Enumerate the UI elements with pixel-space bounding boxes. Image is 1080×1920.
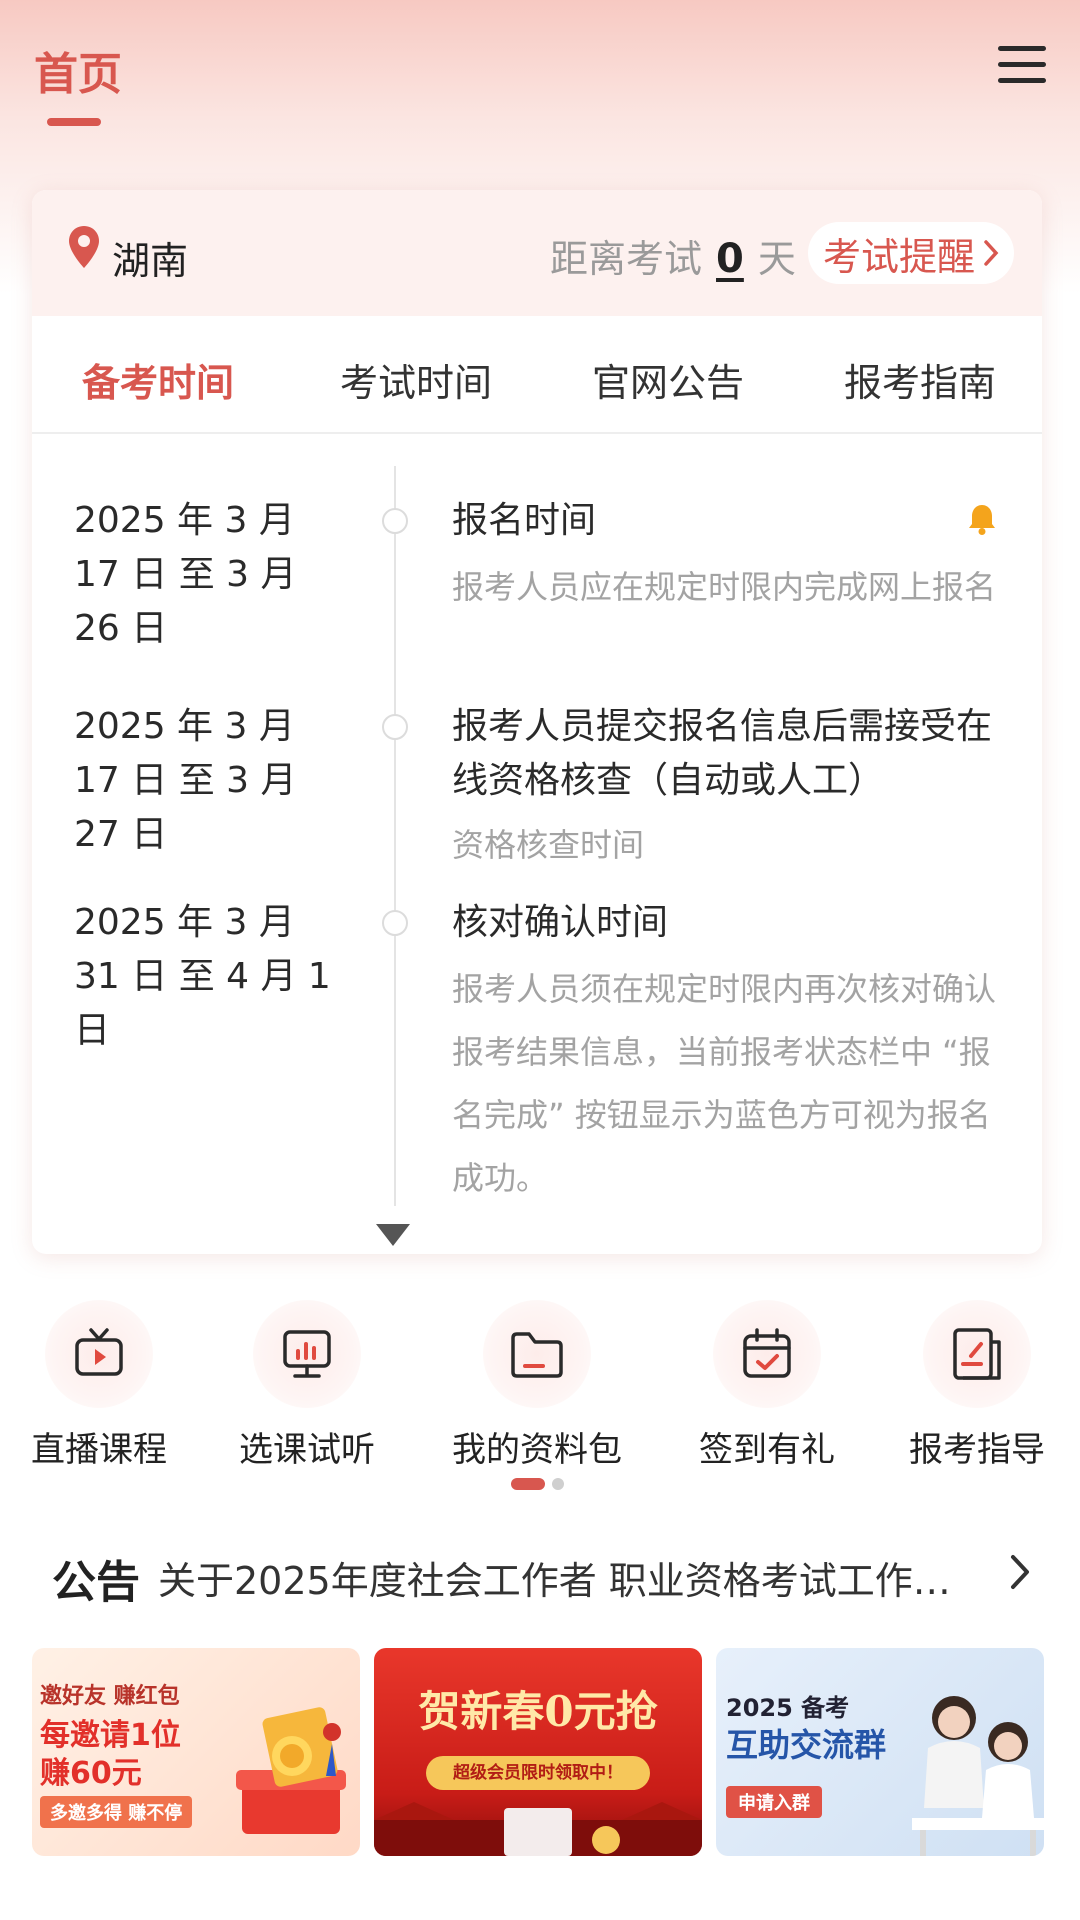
menu-icon-bar <box>998 62 1046 67</box>
announcement-label: 公告 <box>52 1557 140 1608</box>
chevron-right-icon <box>984 240 999 266</box>
festival-decoration <box>374 1802 702 1856</box>
banner-pill: 申请入群 <box>726 1786 822 1818</box>
exam-reminder-button[interactable]: 考试提醒 <box>808 222 1014 284</box>
timeline-title: 报名时间 <box>452 500 597 541</box>
timeline-title: 核对确认时间 <box>452 902 669 943</box>
quick-action-exam-guidance[interactable]: 报考指导 <box>882 1300 1072 1470</box>
quick-action-materials[interactable]: 我的资料包 <box>442 1300 632 1470</box>
banner-line: 2025 备考 <box>726 1694 850 1722</box>
timeline-title: 报考人员提交报名信息后需接受在线资格核查（自动或人工） <box>452 706 993 801</box>
quick-action-icon-bg <box>713 1300 821 1408</box>
banner-study-group[interactable]: 2025 备考 互助交流群 申请入群 <box>716 1648 1044 1856</box>
header: 首页 <box>0 0 1080 140</box>
quick-action-icon-bg <box>253 1300 361 1408</box>
exam-reminder-label: 考试提醒 <box>822 234 975 279</box>
tab-official-notice[interactable]: 官网公告 <box>592 352 744 407</box>
countdown-prefix: 距离考试 <box>550 237 703 281</box>
timeline-date: 2025 年 3 月 17 日 至 3 月 26 日 <box>74 500 297 649</box>
folder-icon <box>511 1332 563 1378</box>
banner-pill: 多邀多得 赚不停 <box>40 1796 193 1828</box>
banner-line: 贺新春0元抢 <box>418 1687 658 1736</box>
timeline-description: 报考人员应在规定时限内完成网上报名 <box>452 568 997 606</box>
document-pen-icon <box>953 1328 1001 1380</box>
timeline-dot <box>382 714 408 740</box>
carousel-pager <box>0 1478 1080 1492</box>
banner-line: 邀好友 赚红包 <box>40 1684 180 1709</box>
timeline-line <box>394 466 396 1206</box>
banner-line: 互助交流群 <box>726 1726 887 1764</box>
expand-down-icon[interactable] <box>374 1222 412 1248</box>
quick-action-label: 我的资料包 <box>452 1430 622 1470</box>
chevron-right-icon[interactable] <box>1008 1552 1032 1592</box>
quick-action-icon-bg <box>45 1300 153 1408</box>
timeline-dot <box>382 910 408 936</box>
menu-icon-bar <box>998 78 1046 83</box>
banner-line: 赚60元 <box>40 1756 142 1791</box>
tv-play-icon <box>75 1328 123 1376</box>
calendar-check-icon <box>743 1328 791 1378</box>
quick-action-trial-class[interactable]: 选课试听 <box>212 1300 402 1470</box>
menu-icon-bar <box>998 46 1046 51</box>
timeline-date: 2025 年 3 月 31 日 至 4 月 1 日 <box>74 902 331 1051</box>
announcement-bar[interactable]: 公告 关于2025年度社会工作者 职业资格考试工作… <box>52 1540 1032 1608</box>
timeline-dot <box>382 508 408 534</box>
banner-spring-festival[interactable]: 贺新春0元抢 超级会员限时领取中！ <box>374 1648 702 1856</box>
location-pin-icon <box>69 226 99 268</box>
tab-exam-guide[interactable]: 报考指南 <box>844 352 996 407</box>
countdown-days: 0 <box>716 236 744 282</box>
active-tab-underline <box>47 118 101 126</box>
bell-icon[interactable] <box>966 502 998 536</box>
quick-action-icon-bg <box>483 1300 591 1408</box>
exam-countdown: 距离考试 0 天 <box>550 228 796 283</box>
banner-invite-friends[interactable]: 邀好友 赚红包 每邀请1位 赚60元 多邀多得 赚不停 <box>32 1648 360 1856</box>
quick-action-label: 报考指导 <box>909 1430 1045 1470</box>
quick-action-label: 直播课程 <box>31 1430 167 1470</box>
quick-action-live-course[interactable]: 直播课程 <box>4 1300 194 1470</box>
quick-action-checkin[interactable]: 签到有礼 <box>672 1300 862 1470</box>
gift-coins-illustration <box>236 1707 346 1834</box>
students-illustration <box>912 1696 1044 1856</box>
page-title[interactable]: 首页 <box>34 38 122 102</box>
timeline-description: 报考人员须在规定时限内再次核对确认报考结果信息，当前报考状态栏中 “报名完成” … <box>452 970 997 1197</box>
card-header: 湖南 距离考试 0 天 考试提醒 <box>32 190 1042 316</box>
schedule-tabs: 备考时间 考试时间 官网公告 报考指南 <box>32 316 1042 434</box>
pager-dot-active[interactable] <box>511 1478 545 1490</box>
tab-exam-time[interactable]: 考试时间 <box>340 352 492 407</box>
tab-prep-time[interactable]: 备考时间 <box>82 352 234 407</box>
pager-dot[interactable] <box>552 1478 564 1490</box>
menu-button[interactable] <box>998 46 1048 86</box>
banner-ribbon: 超级会员限时领取中！ <box>426 1756 650 1790</box>
presentation-chart-icon <box>283 1330 331 1378</box>
exam-schedule-card: 湖南 距离考试 0 天 考试提醒 备考时间 考试时间 官网公告 报考指南 202… <box>32 190 1042 1254</box>
quick-action-label: 签到有礼 <box>699 1430 835 1470</box>
countdown-suffix: 天 <box>757 237 796 281</box>
announcement-text[interactable]: 关于2025年度社会工作者 职业资格考试工作… <box>158 1550 958 1605</box>
timeline-date: 2025 年 3 月 17 日 至 3 月 27 日 <box>74 706 297 855</box>
timeline-description: 资格核查时间 <box>452 826 645 864</box>
quick-action-label: 选课试听 <box>239 1430 375 1470</box>
quick-action-icon-bg <box>923 1300 1031 1408</box>
location-name[interactable]: 湖南 <box>112 230 188 285</box>
